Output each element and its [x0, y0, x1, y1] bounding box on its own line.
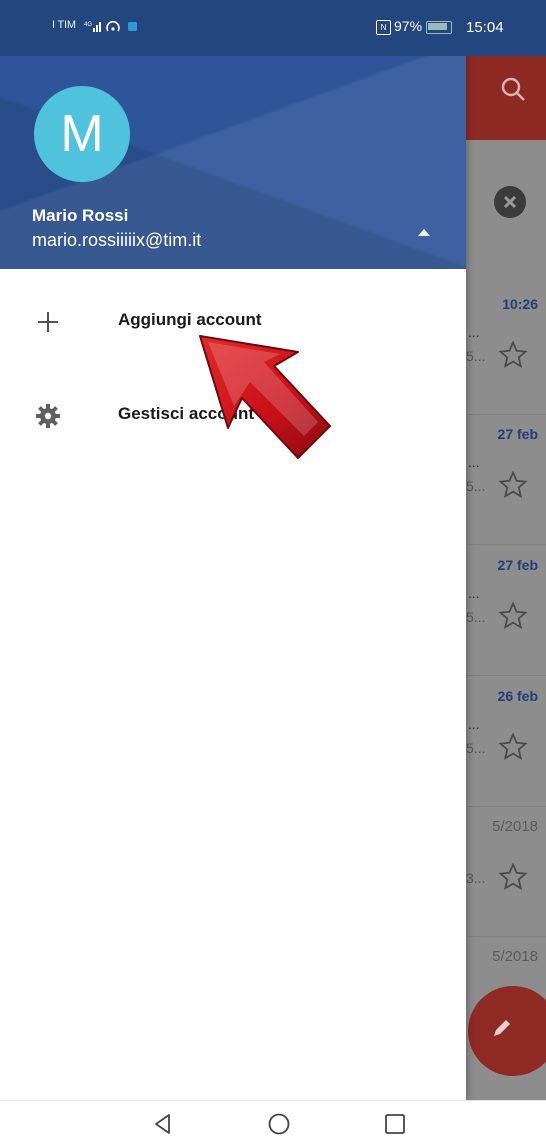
- mail-snippet: 5...: [466, 609, 486, 625]
- system-nav-bar: [0, 1100, 546, 1148]
- battery-icon: [426, 20, 453, 34]
- star-icon[interactable]: [498, 732, 528, 762]
- mail-snippet: 5...: [466, 348, 486, 364]
- account-email: mario.rossiiiiix@tim.it: [32, 230, 202, 250]
- mail-preview: ...: [468, 454, 480, 470]
- mail-date: 26 feb: [497, 688, 538, 704]
- nfc-icon: N: [376, 19, 391, 35]
- network-type: 4G: [84, 22, 92, 28]
- compose-button[interactable]: [466, 986, 546, 1076]
- recents-icon[interactable]: [382, 1111, 408, 1137]
- back-icon[interactable]: [150, 1111, 176, 1137]
- mail-date: 27 feb: [497, 426, 538, 442]
- pencil-icon: [494, 1020, 510, 1036]
- mail-snippet: 3...: [466, 870, 486, 886]
- star-icon[interactable]: [498, 470, 528, 500]
- mail-row[interactable]: 5/2018 3...: [466, 806, 546, 937]
- mail-preview: ...: [468, 716, 480, 732]
- navigation-drawer: M Mario Rossi mario.rossiiiiix@tim.it Ag…: [0, 0, 466, 1100]
- star-icon[interactable]: [498, 340, 528, 370]
- star-icon[interactable]: [498, 862, 528, 892]
- account-header: M Mario Rossi mario.rossiiiiix@tim.it: [0, 56, 466, 269]
- battery-indicator: N 97%: [376, 18, 453, 35]
- carrier-label: I TIM: [52, 19, 76, 31]
- mail-date: 27 feb: [497, 557, 538, 573]
- star-icon[interactable]: [498, 601, 528, 631]
- signal-icon: 4G: [84, 19, 164, 38]
- chevron-up-icon[interactable]: [410, 218, 438, 246]
- account-name: Mario Rossi: [32, 206, 129, 225]
- home-icon[interactable]: [266, 1111, 292, 1137]
- mail-date: 5/2018: [492, 948, 538, 965]
- mail-snippet: 5...: [466, 740, 486, 756]
- search-icon[interactable]: [494, 70, 534, 110]
- mail-row[interactable]: 26 feb ... 5...: [466, 676, 546, 807]
- gear-icon: [34, 402, 62, 430]
- mail-row[interactable]: 10:26 ... 5...: [466, 284, 546, 415]
- avatar[interactable]: M: [34, 86, 130, 182]
- plus-icon: [34, 308, 62, 336]
- annotation-arrow: [199, 335, 331, 459]
- mail-preview: ...: [468, 324, 480, 340]
- status-bar: I TIM 4G N 97% 15:04: [0, 0, 546, 56]
- mail-date: 5/2018: [492, 818, 538, 835]
- mail-snippet: 5...: [466, 478, 486, 494]
- mail-row[interactable]: 27 feb ... 5...: [466, 414, 546, 545]
- clock: 15:04: [466, 19, 504, 36]
- clear-search-icon[interactable]: [494, 186, 526, 218]
- mail-row[interactable]: 27 feb ... 5...: [466, 545, 546, 676]
- battery-percent: 97%: [394, 18, 423, 34]
- mail-preview: ...: [468, 585, 480, 601]
- mail-date: 10:26: [502, 296, 538, 312]
